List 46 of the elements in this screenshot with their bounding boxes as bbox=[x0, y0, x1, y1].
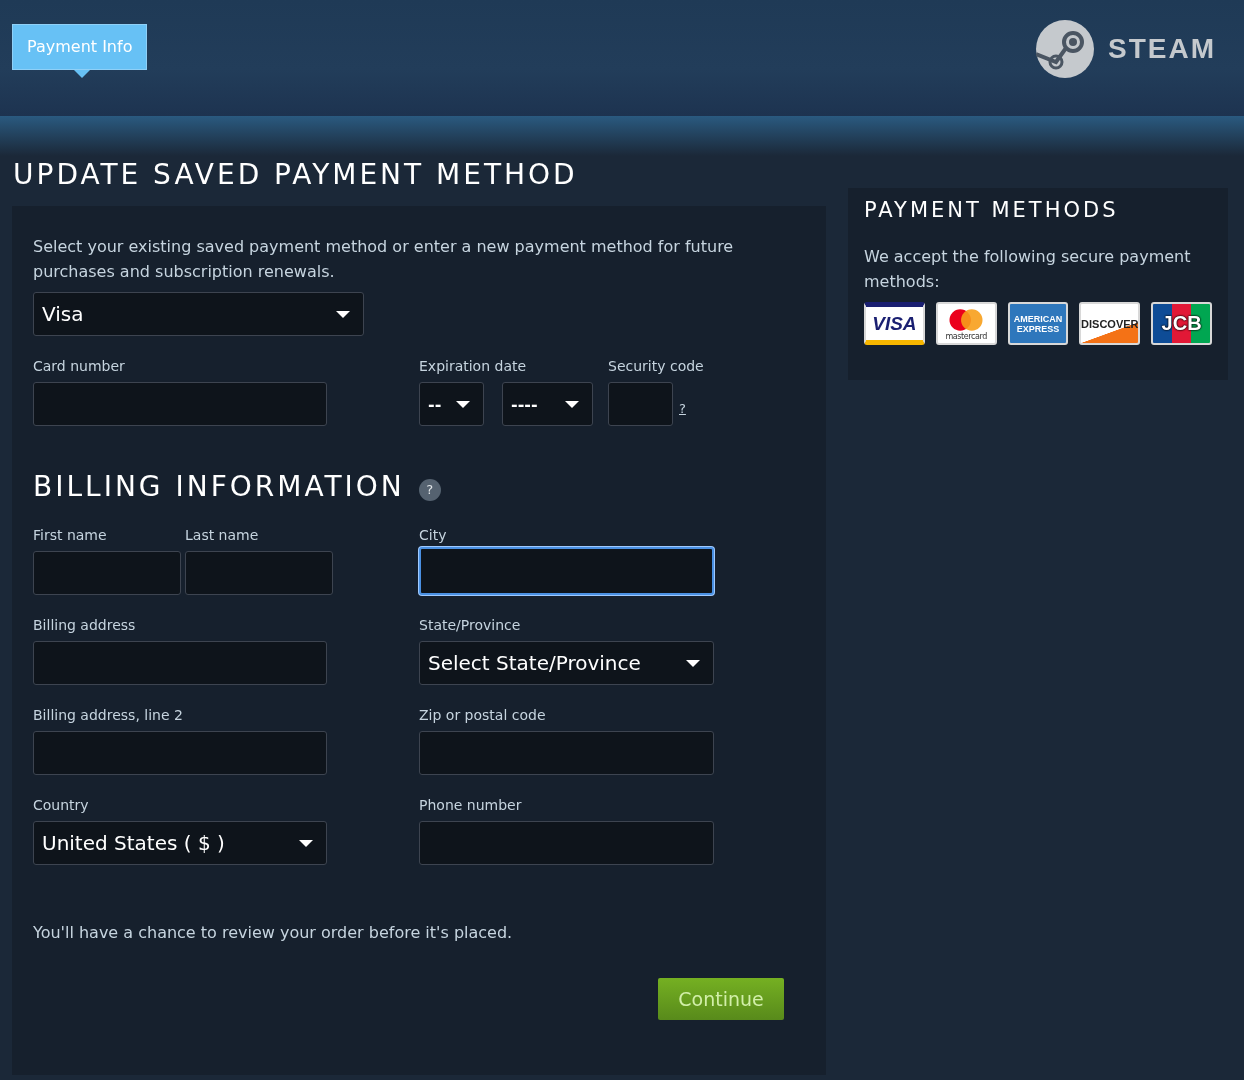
phone-number-field[interactable] bbox=[419, 821, 714, 865]
zip-field[interactable] bbox=[419, 731, 714, 775]
field-label: Phone number bbox=[419, 797, 523, 813]
last-name-field[interactable] bbox=[185, 551, 333, 595]
state-select[interactable]: Select State/Province bbox=[419, 641, 714, 685]
field-label: Security code bbox=[608, 358, 704, 374]
field-label: Zip or postal code bbox=[419, 707, 547, 723]
panel-heading: PAYMENT METHODS bbox=[864, 198, 1120, 222]
field-label: Billing address, line 2 bbox=[33, 707, 184, 723]
field-label: City bbox=[419, 527, 448, 543]
page-title: UPDATE SAVED PAYMENT METHOD bbox=[12, 157, 579, 193]
field-label: Expiration date bbox=[419, 358, 528, 374]
field-label: Last name bbox=[185, 527, 260, 543]
tab-pointer-icon bbox=[74, 70, 90, 78]
steam-logo-icon bbox=[1036, 20, 1094, 78]
field-label: State/Province bbox=[419, 617, 522, 633]
intro-text: Select your existing saved payment method or enter a new payment method for future purchases and subscription renewals. bbox=[33, 236, 735, 283]
card-number-field[interactable] bbox=[33, 382, 327, 426]
security-code-field[interactable] bbox=[608, 382, 673, 426]
field-label: Billing address bbox=[33, 617, 137, 633]
steam-wordmark: STEAM bbox=[1108, 33, 1216, 65]
card-logo: mastercard bbox=[935, 302, 997, 345]
caret-icon bbox=[336, 311, 350, 318]
saved-method-select[interactable]: Visa bbox=[33, 292, 364, 336]
card-logo: AMERICAN EXPRESS bbox=[1007, 302, 1069, 345]
review-note: You'll have a chance to review your order before it's placed. bbox=[33, 923, 514, 942]
caret-icon bbox=[565, 401, 579, 408]
billing-address-line-2-field[interactable] bbox=[33, 731, 327, 775]
section-heading: BILLING INFORMATION bbox=[33, 470, 405, 503]
help-link[interactable]: ? bbox=[679, 400, 686, 416]
city-field[interactable] bbox=[419, 547, 714, 595]
help-icon[interactable]: ? bbox=[418, 478, 441, 501]
caret-icon bbox=[686, 660, 700, 667]
card-logo: DISCOVER bbox=[1079, 302, 1141, 345]
caret-icon bbox=[456, 401, 470, 408]
first-name-field[interactable] bbox=[33, 551, 181, 595]
country-select[interactable]: United States ( $ ) bbox=[33, 821, 327, 865]
caret-icon bbox=[299, 840, 313, 847]
field-label: Card number bbox=[33, 358, 126, 374]
month-select[interactable]: -- bbox=[419, 382, 484, 426]
panel-text: We accept the following secure payment methods: bbox=[864, 246, 1192, 293]
field-label: Country bbox=[33, 797, 90, 813]
card-logo: VISA bbox=[864, 302, 925, 345]
billing-address-field[interactable] bbox=[33, 641, 327, 685]
field-label: First name bbox=[33, 527, 108, 543]
year-select[interactable]: ---- bbox=[502, 382, 593, 426]
